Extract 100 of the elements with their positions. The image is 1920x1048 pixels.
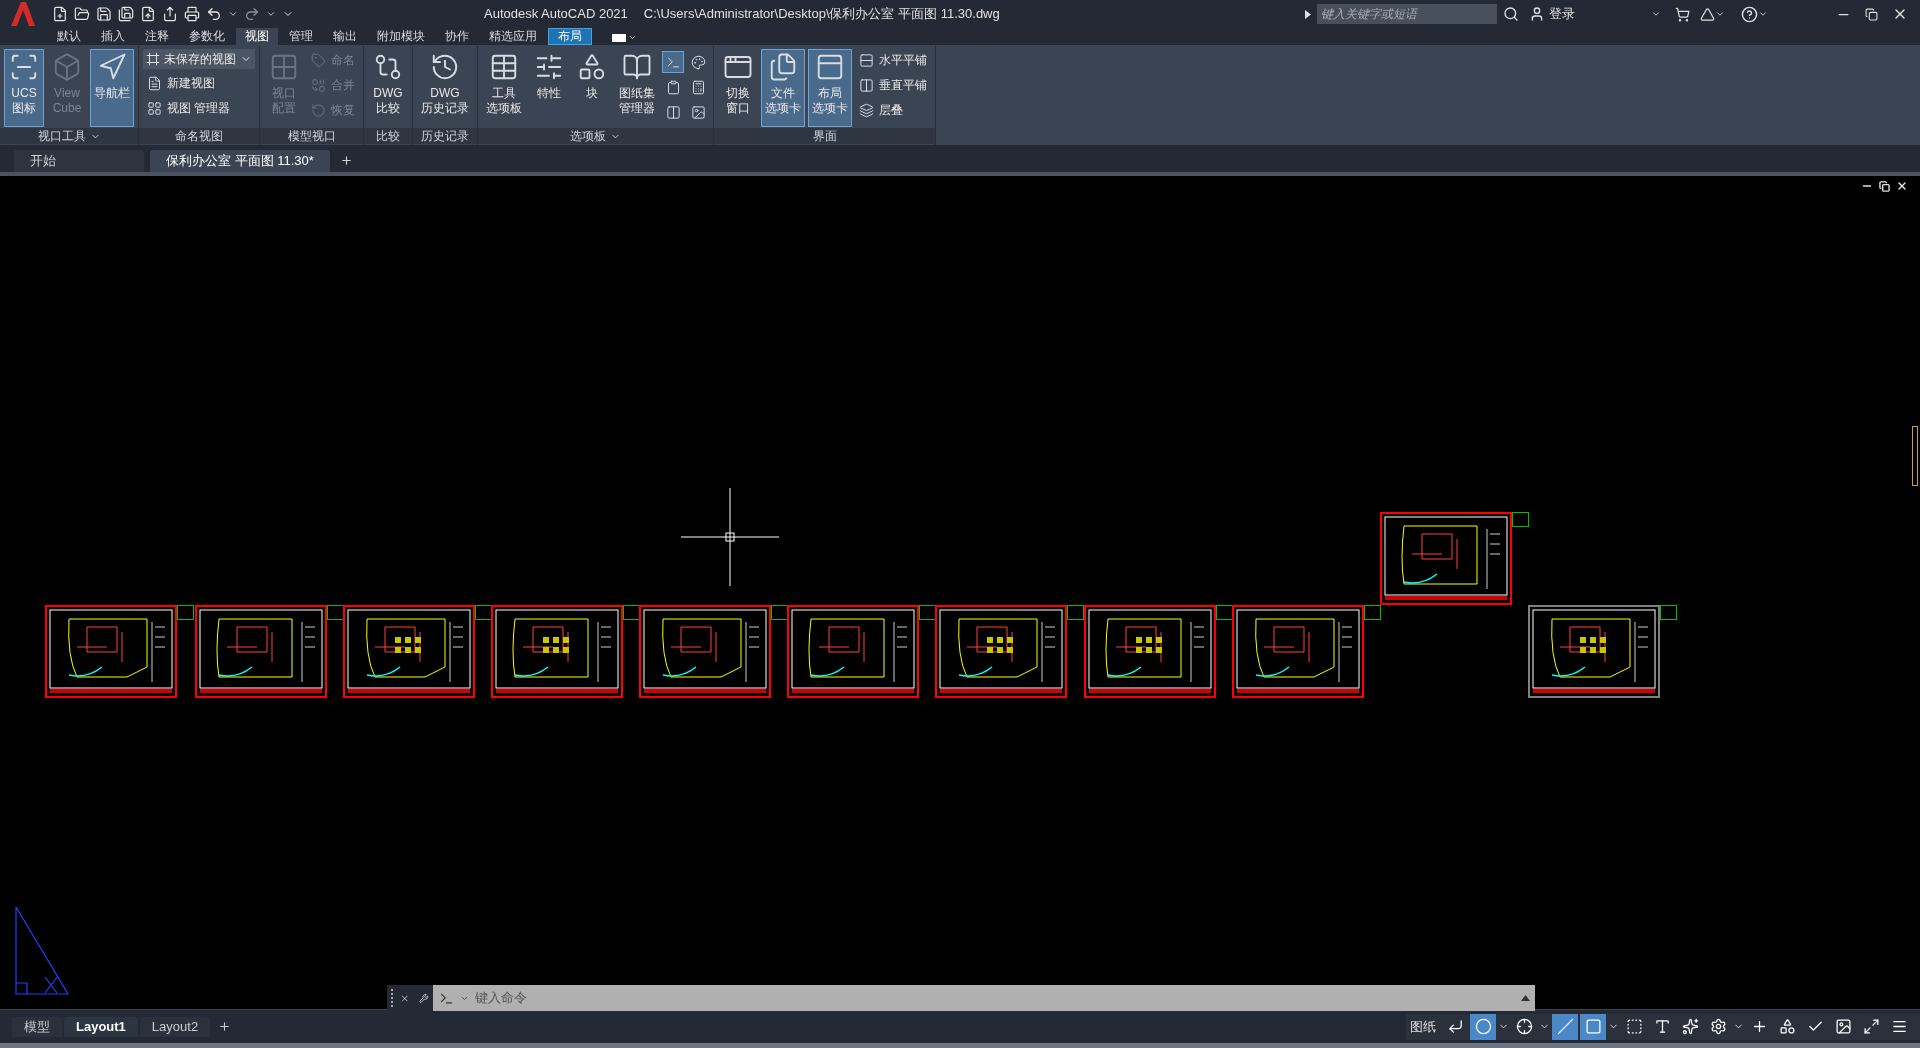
document-tab[interactable]: 开始 [14,150,144,172]
view-icon [146,52,160,66]
layout-tab[interactable]: Layout1 [64,1016,138,1037]
ribbon-tab[interactable]: 协作 [436,28,478,45]
ribbon-tab[interactable]: 布局 [548,28,592,45]
ribbon-button[interactable]: DWG 比较 [368,49,408,127]
document-tab[interactable]: 保利办公室 平面图 11.30* [150,150,330,172]
status-toggle[interactable] [1552,1013,1578,1040]
ribbon-icon [269,52,299,82]
app-logo-icon[interactable] [8,0,38,28]
ribbon-icon [147,100,162,116]
add-tab-icon[interactable] [340,154,353,167]
scroll-marker [1912,426,1918,486]
ribbon-button[interactable]: 工具 选项板 [482,49,526,127]
restore-icon[interactable] [1879,180,1890,192]
toolbar-icon[interactable] [118,6,134,22]
ribbon-icon [577,52,607,82]
status-toggle[interactable] [1580,1013,1606,1040]
ribbon-tab[interactable]: 输出 [324,28,366,45]
ribbon-tab[interactable]: 注释 [136,28,178,45]
ribbon-toggle-icon[interactable] [612,33,637,42]
ribbon-tab[interactable]: 插入 [92,28,134,45]
toolbar-icon[interactable] [52,6,68,22]
add-layout-icon[interactable] [218,1020,232,1033]
ribbon-button[interactable]: 水平平铺 [855,49,931,71]
undo-icon[interactable] [206,6,222,22]
ribbon-tab[interactable]: 视图 [236,28,278,45]
command-field[interactable]: 键入命令 [433,985,1535,1011]
status-icon [1515,1018,1533,1035]
ribbon-button[interactable]: 视图 管理器 [143,97,255,119]
ribbon-button[interactable]: 导航栏 [90,49,134,127]
triangle-icon[interactable] [1700,6,1715,22]
ribbon-button[interactable]: 切换 窗口 [718,49,758,127]
ribbon-tab[interactable]: 管理 [280,28,322,45]
viewport-marker [177,605,194,620]
ribbon-tab[interactable]: 参数化 [180,28,234,45]
panel-title: 命名视图 [139,128,259,144]
ribbon-button[interactable]: 层叠 [855,99,931,121]
ribbon-button[interactable]: UCS 图标 [4,49,44,127]
toolbar-icon[interactable] [74,6,90,22]
viewport-marker [1512,512,1529,527]
panel-title: 模型视口 [260,128,363,144]
ribbon-tab[interactable]: 附加模块 [368,28,434,45]
panel-title[interactable]: 视口工具 [0,128,138,144]
expand-icon[interactable] [1521,995,1530,1001]
view-dropdown[interactable]: 未保存的视图 [143,49,255,69]
status-icon [1584,1018,1602,1035]
toolbar-icon[interactable] [162,6,178,22]
ribbon-button[interactable]: 垂直平铺 [855,74,931,96]
layout-tab[interactable]: 模型 [12,1016,62,1037]
file-path: C:\Users\Administrator\Desktop\保利办公室 平面图 11.30.dwg [643,5,1000,24]
wrench-icon [419,991,429,1005]
ribbon-icon [147,75,162,91]
ribbon-icon [9,52,39,82]
layout-tab[interactable]: Layout2 [139,1016,211,1037]
status-icon [1834,1018,1852,1035]
ribbon-button[interactable]: 图纸集 管理器 [615,49,659,127]
status-icon [1625,1018,1643,1035]
ribbon-button[interactable]: 文件 选项卡 [761,49,805,127]
login-button[interactable]: 登录 [1549,4,1575,24]
ribbon-icon [815,52,845,82]
toolbar-icon[interactable] [96,6,112,22]
ribbon-button[interactable]: DWG 历史记录 [417,49,473,127]
caret-icon[interactable] [1715,9,1725,19]
ribbon-button[interactable]: 块 [572,49,612,127]
status-toggle[interactable] [1470,1013,1496,1040]
ribbon-tab[interactable]: 精选应用 [480,28,546,45]
expand-icon[interactable] [1305,9,1311,19]
caret-icon[interactable] [1651,9,1661,19]
redo-icon[interactable] [244,6,260,22]
toolbar-icon[interactable] [184,6,200,22]
viewport-marker [1067,605,1084,620]
caret-icon[interactable] [266,9,276,19]
cart-icon[interactable] [1675,6,1690,22]
ribbon-button[interactable]: 新建视图 [143,72,255,94]
status-icon [1556,1018,1574,1035]
panel-title[interactable]: 选项板 [478,128,713,144]
search-field[interactable]: 键入关键字或短语 [1317,4,1497,24]
restore-icon[interactable] [1865,7,1878,21]
ribbon-icon [859,77,874,93]
close-icon[interactable] [1896,180,1908,192]
command-input[interactable]: 键入命令 [475,988,1515,1008]
caret-icon[interactable] [1758,9,1768,19]
paper-space-button[interactable]: 图纸 [1406,1014,1440,1039]
search-icon[interactable] [1503,6,1519,22]
help-icon[interactable] [1741,5,1758,23]
ribbon-button[interactable]: 布局 选项卡 [808,49,852,127]
ribbon-icon [534,52,564,82]
ribbon-icon [859,52,874,68]
status-icon [1446,1018,1464,1035]
ribbon-icon [768,52,798,82]
toolbar-icon[interactable] [140,6,156,22]
command-line-handle[interactable] [387,985,433,1011]
ribbon-button[interactable]: 特性 [529,49,569,127]
status-icon [1890,1018,1908,1035]
terminal-icon[interactable] [439,990,454,1006]
window-title: Autodesk AutoCAD 2021 [484,5,628,24]
viewport-marker [1660,605,1677,620]
ribbon-tab[interactable]: 默认 [48,28,90,45]
caret-icon[interactable] [228,9,238,19]
